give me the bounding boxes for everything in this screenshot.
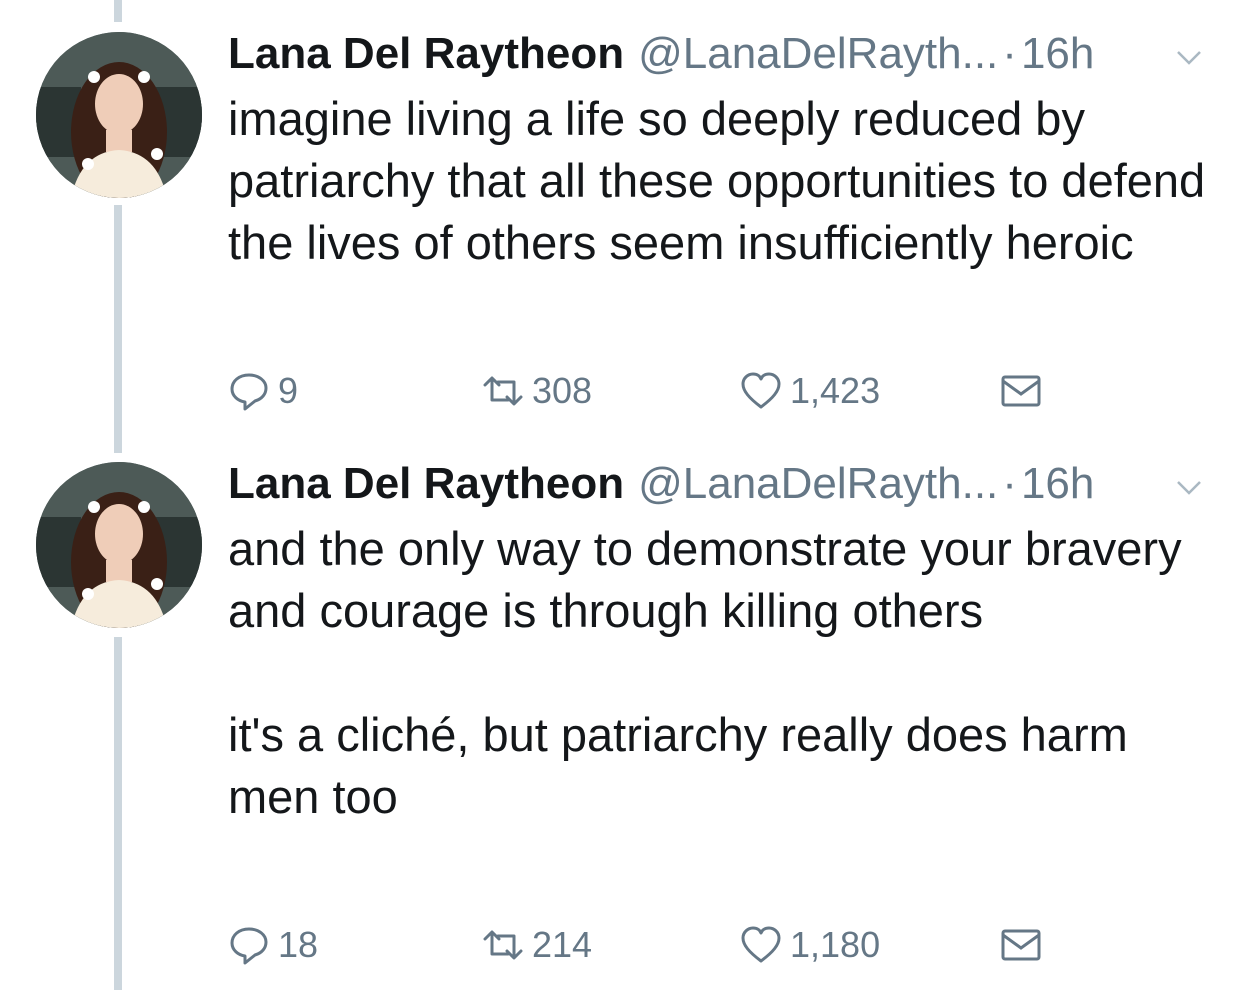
- dm-button[interactable]: [1000, 366, 1050, 416]
- chevron-down-icon[interactable]: [1174, 472, 1204, 502]
- retweet-button[interactable]: 308: [482, 366, 592, 416]
- tweet[interactable]: Lana Del Raytheon @LanaDelRayth... · 16h…: [0, 0, 1242, 440]
- retweet-button[interactable]: 214: [482, 920, 592, 970]
- timestamp[interactable]: 16h: [1021, 454, 1094, 514]
- reply-button[interactable]: 18: [228, 920, 318, 970]
- avatar[interactable]: [36, 462, 202, 628]
- tweet-text: imagine living a life so deeply reduced …: [228, 88, 1208, 274]
- reply-count: 9: [278, 370, 299, 411]
- chevron-down-icon[interactable]: [1174, 42, 1204, 72]
- avatar-image: [36, 462, 202, 628]
- dm-button[interactable]: [1000, 920, 1050, 970]
- retweet-count: 308: [532, 370, 593, 411]
- avatar[interactable]: [36, 32, 202, 198]
- envelope-icon: [1001, 929, 1041, 961]
- username[interactable]: @LanaDelRayth...: [638, 24, 998, 84]
- heart-icon: [741, 926, 781, 963]
- reply-icon: [230, 927, 268, 965]
- tweet[interactable]: Lana Del Raytheon @LanaDelRayth... · 16h…: [0, 440, 1242, 990]
- like-button[interactable]: 1,423: [740, 366, 880, 416]
- display-name[interactable]: Lana Del Raytheon: [228, 24, 624, 84]
- tweet-paragraph: it's a cliché, but patriarchy really doe…: [228, 708, 1128, 823]
- tweet-actions: 18 214 1,180: [228, 920, 1128, 970]
- reply-count: 18: [278, 924, 319, 965]
- display-name[interactable]: Lana Del Raytheon: [228, 454, 624, 514]
- envelope-icon: [1001, 375, 1041, 407]
- separator-dot: ·: [1002, 459, 1017, 508]
- separator-dot: ·: [1002, 29, 1017, 78]
- avatar-image: [36, 32, 202, 198]
- tweet-paragraph: and the only way to demonstrate your bra…: [228, 522, 1182, 637]
- like-count: 1,423: [790, 370, 881, 411]
- tweet-paragraph: imagine living a life so deeply reduced …: [228, 92, 1206, 269]
- retweet-icon: [483, 376, 523, 406]
- timestamp[interactable]: 16h: [1021, 24, 1094, 84]
- reply-button[interactable]: 9: [228, 366, 298, 416]
- like-count: 1,180: [790, 924, 881, 965]
- tweet-header: Lana Del Raytheon @LanaDelRayth... · 16h: [228, 454, 1094, 514]
- heart-icon: [741, 372, 781, 409]
- retweet-count: 214: [532, 924, 593, 965]
- like-button[interactable]: 1,180: [740, 920, 880, 970]
- reply-icon: [230, 373, 268, 411]
- username[interactable]: @LanaDelRayth...: [638, 454, 998, 514]
- tweet-text: and the only way to demonstrate your bra…: [228, 518, 1208, 828]
- tweet-actions: 9 308 1,423: [228, 366, 1128, 416]
- tweet-header: Lana Del Raytheon @LanaDelRayth... · 16h: [228, 24, 1094, 84]
- retweet-icon: [483, 930, 523, 960]
